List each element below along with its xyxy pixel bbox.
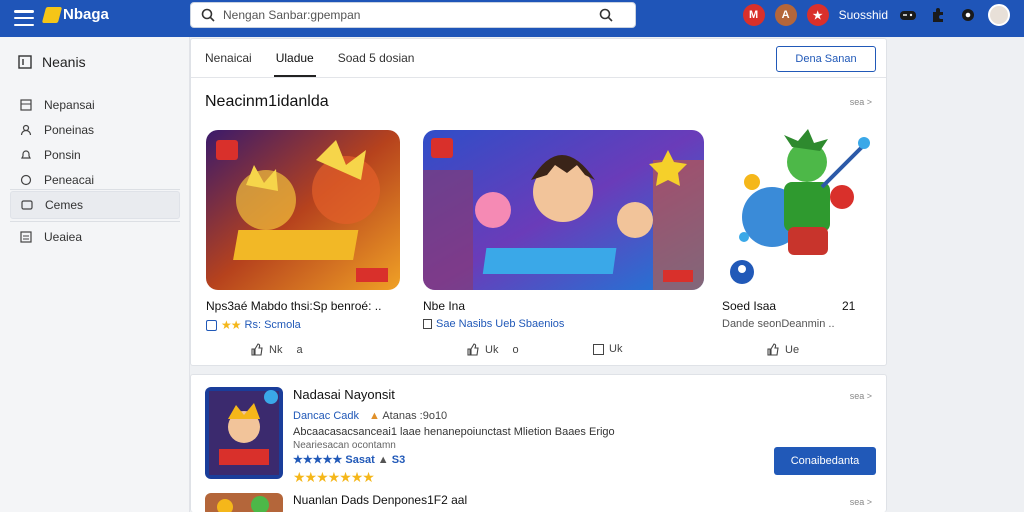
featured-rating-row: ★★★★★ Sasat ▲ S3 xyxy=(293,454,406,466)
bookmark-button[interactable]: Uk xyxy=(593,343,622,355)
game-title[interactable]: Nps3aé Mabdo thsi:Sp benroé: .. xyxy=(206,299,381,313)
game-thumbnail[interactable] xyxy=(206,130,400,290)
tab-soad-5-dosian[interactable]: Soad 5 dosian xyxy=(338,39,415,77)
sidebar-divider xyxy=(10,189,180,190)
next-art-image xyxy=(205,493,283,512)
lock-icon: ▲ xyxy=(377,454,389,466)
games-panel: Nenaicai Uladue Soad 5 dosian Dena Sanan… xyxy=(190,38,887,366)
game-extra: a xyxy=(296,344,303,356)
game-actions-secondary: Uk xyxy=(593,343,622,355)
sidebar-item-poneinas[interactable]: Poneinas xyxy=(10,116,180,144)
thumbs-up-icon xyxy=(251,343,263,356)
friend-avatar[interactable]: A xyxy=(774,4,797,26)
featured-stars: ★★★★★★★ xyxy=(293,469,375,485)
game-actions: Nk a xyxy=(250,343,303,357)
gamepad-icon xyxy=(21,200,33,210)
sidebar-header-label: Neanis xyxy=(42,54,86,70)
sidebar-divider xyxy=(10,221,180,222)
game-count: 21 xyxy=(842,299,856,313)
sidebar-item-nepansai[interactable]: Nepansai xyxy=(10,91,180,119)
sidebar-item-ueaiea[interactable]: Ueaiea xyxy=(10,223,180,251)
featured-developer[interactable]: Dancac Cadk xyxy=(293,410,359,422)
like-button[interactable]: Uk xyxy=(466,343,498,357)
sidebar-item-ponsin[interactable]: Ponsin xyxy=(10,141,180,169)
settings-icon[interactable] xyxy=(958,5,978,25)
lock-icon: ▲ xyxy=(369,410,380,422)
featured-subtitle: Neariesacan ocontamn xyxy=(293,440,396,451)
gamepad-icon[interactable] xyxy=(898,5,918,25)
header-action-button[interactable]: Dena Sanan xyxy=(776,46,876,72)
circle-icon xyxy=(20,174,32,186)
logo-mark-icon xyxy=(41,6,63,23)
tab-divider xyxy=(191,77,886,78)
like-button[interactable]: Nk xyxy=(250,343,282,357)
game-meta-text: Dande seonDeanmin .. xyxy=(722,318,835,330)
featured-action-button[interactable]: Conaibedanta xyxy=(774,447,876,475)
see-more-link[interactable]: sea > xyxy=(850,497,872,507)
list-icon xyxy=(20,231,32,243)
tab-uladue[interactable]: Uladue xyxy=(273,39,316,77)
sidebar-item-cemes[interactable]: Cemes xyxy=(10,191,180,219)
rating-mini-stars-icon: ★★★★★ xyxy=(293,454,343,466)
game-art-image xyxy=(722,127,874,289)
badge-label: Suosshid xyxy=(838,8,888,22)
featured-thumbnail[interactable] xyxy=(205,387,283,479)
game-art-image xyxy=(423,130,704,290)
game-thumbnail[interactable] xyxy=(423,130,704,290)
featured-age-rating: ▲ Atanas :9o10 xyxy=(369,410,448,422)
bookmark-icon xyxy=(423,319,432,329)
friend-avatar[interactable]: M xyxy=(742,4,765,26)
game-title[interactable]: Soed Isaa xyxy=(722,299,776,313)
top-app-bar: Nbaga M A ★ Suosshid xyxy=(0,0,1024,37)
game-art-image xyxy=(206,130,400,290)
top-right-actions: M A ★ Suosshid xyxy=(742,4,1010,26)
thumbs-up-icon xyxy=(767,343,779,356)
game-extra: o xyxy=(512,344,519,356)
game-meta-text: Sae Nasibs Ueb Sbaenios xyxy=(436,318,565,330)
square-icon xyxy=(593,343,604,355)
menu-icon[interactable] xyxy=(14,10,34,26)
game-meta: ★★ Rs: Scmola xyxy=(206,318,301,332)
featured-panel: Nadasai Nayonsit sea > Dancac Cadk ▲ Ata… xyxy=(190,374,887,512)
game-thumbnail[interactable] xyxy=(722,127,874,289)
sidebar-header[interactable]: Neanis xyxy=(18,54,86,70)
achievement-badge-icon[interactable]: ★ xyxy=(806,4,829,26)
rating-stars: ★★ xyxy=(221,318,241,332)
checkbox-icon xyxy=(206,319,217,331)
like-button[interactable]: Ue xyxy=(766,343,799,357)
game-meta-text: Rs: Scmola xyxy=(244,319,301,331)
featured-art-image xyxy=(205,387,283,479)
see-more-link[interactable]: sea > xyxy=(850,391,872,401)
thumbs-up-icon xyxy=(467,343,479,356)
puzzle-icon[interactable] xyxy=(928,5,948,25)
app-logo[interactable]: Nbaga xyxy=(41,6,109,23)
game-actions: Uk o xyxy=(466,343,519,357)
game-actions: Ue xyxy=(766,343,799,357)
featured-description: Abcaacasacsanceai1 laae henanepoiunctast… xyxy=(293,426,615,438)
person-icon xyxy=(20,124,32,136)
see-more-link[interactable]: sea > xyxy=(850,97,872,107)
game-meta: Sae Nasibs Ueb Sbaenios xyxy=(423,318,564,330)
tab-bar: Nenaicai Uladue Soad 5 dosian xyxy=(205,39,414,77)
tab-nenaicai[interactable]: Nenaicai xyxy=(205,39,252,77)
search-submit-icon[interactable] xyxy=(599,8,613,22)
app-name: Nbaga xyxy=(63,6,109,23)
library-icon xyxy=(18,55,32,69)
search-input[interactable] xyxy=(223,8,583,22)
user-avatar[interactable] xyxy=(988,4,1010,26)
featured-title[interactable]: Nadasai Nayonsit xyxy=(293,387,395,402)
search-icon xyxy=(201,8,215,22)
sidebar: Neanis Nepansai Poneinas Ponsin Peneacai… xyxy=(0,37,190,512)
next-title[interactable]: Nuanlan Dads Denpones1F2 aal xyxy=(293,493,467,507)
grid-icon xyxy=(20,99,32,111)
section-title: Neacinm1idanlda xyxy=(205,93,329,110)
bell-icon xyxy=(21,150,31,159)
game-title[interactable]: Nbe Ina xyxy=(423,299,465,313)
search-bar[interactable] xyxy=(190,2,636,28)
game-meta: Dande seonDeanmin .. xyxy=(722,318,835,330)
next-thumbnail[interactable] xyxy=(205,493,283,512)
